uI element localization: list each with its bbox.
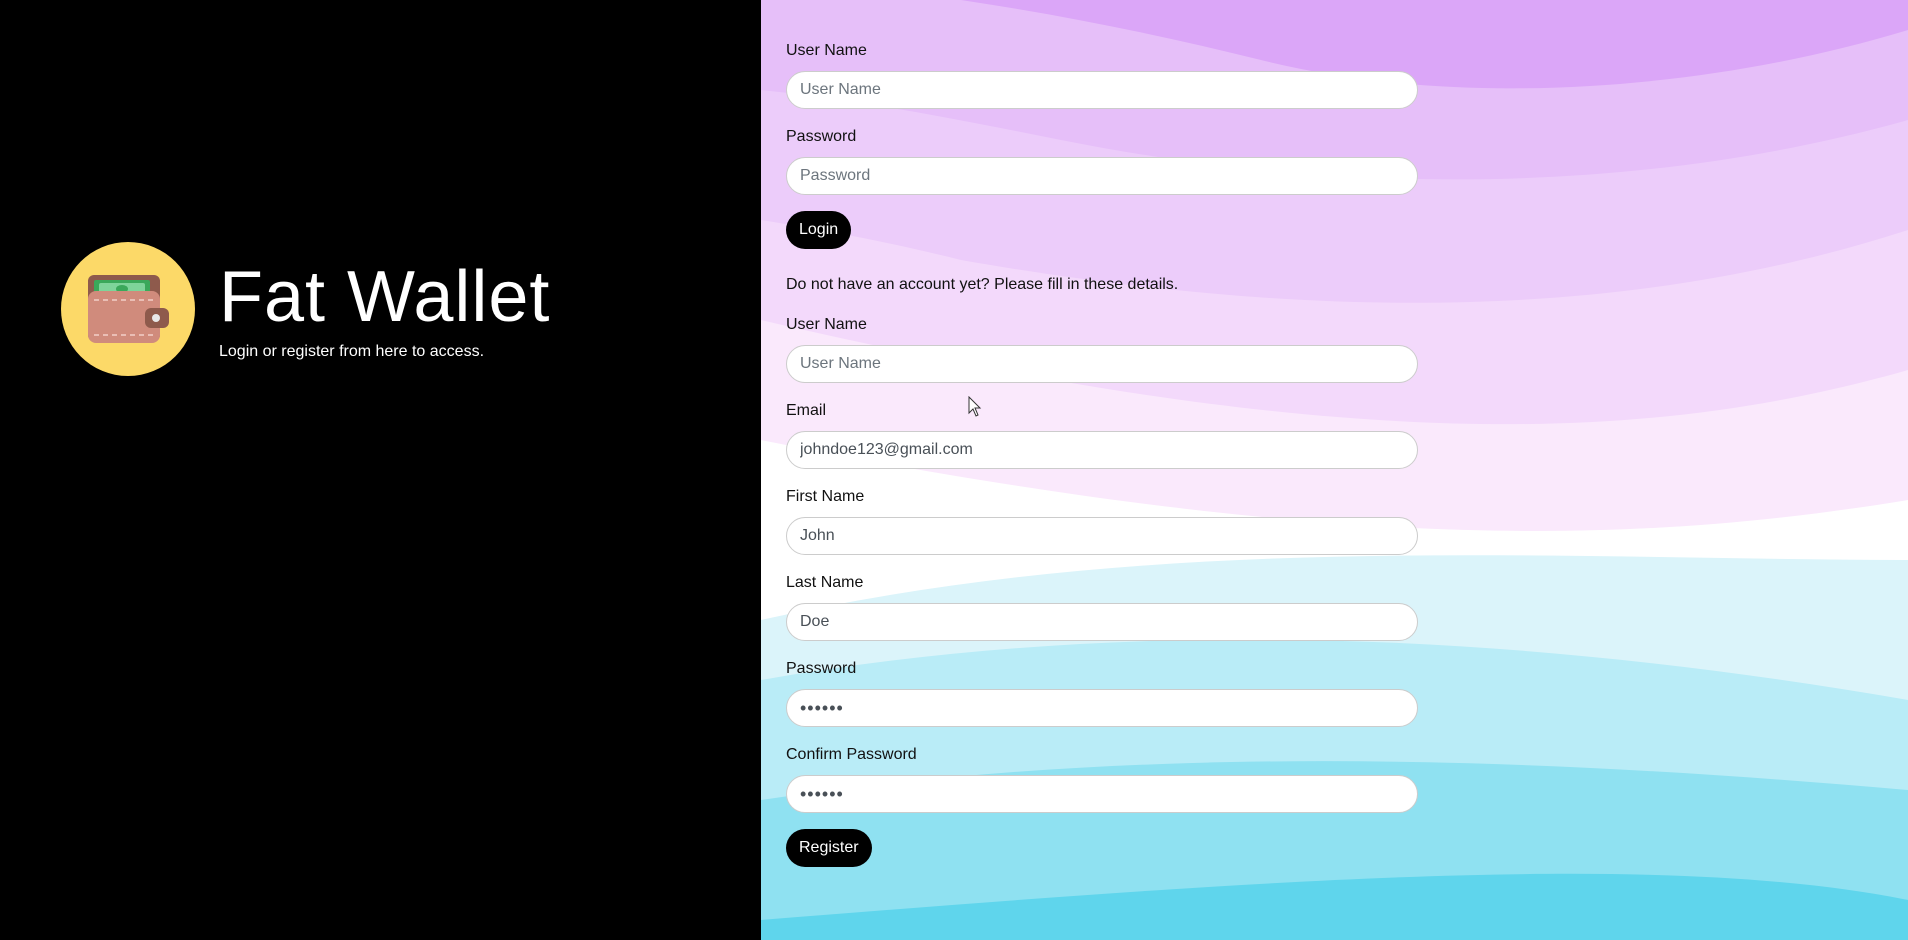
register-first-name-input[interactable] bbox=[786, 517, 1418, 555]
register-intro-text: Do not have an account yet? Please fill … bbox=[786, 276, 1179, 293]
login-password-label: Password bbox=[786, 128, 857, 145]
brand: Fat Wallet Login or register from here t… bbox=[61, 242, 550, 376]
register-confirm-password-label: Confirm Password bbox=[786, 746, 917, 763]
right-panel: User Name Password Login Do not have an … bbox=[761, 0, 1908, 940]
register-password-input[interactable] bbox=[786, 689, 1418, 727]
register-username-input[interactable] bbox=[786, 345, 1418, 383]
register-email-label: Email bbox=[786, 402, 827, 419]
register-password-label: Password bbox=[786, 660, 857, 677]
app-title: Fat Wallet bbox=[219, 257, 551, 337]
app-subtitle: Login or register from here to access. bbox=[219, 343, 485, 360]
register-last-name-label: Last Name bbox=[786, 574, 864, 591]
wallet-icon bbox=[88, 275, 169, 343]
login-button[interactable]: Login bbox=[786, 211, 852, 249]
login-username-input[interactable] bbox=[786, 71, 1418, 109]
left-panel: Fat Wallet Login or register from here t… bbox=[0, 0, 761, 940]
login-username-label: User Name bbox=[786, 42, 867, 59]
register-last-name-input[interactable] bbox=[786, 603, 1418, 641]
register-username-label: User Name bbox=[786, 316, 867, 333]
register-email-input[interactable] bbox=[786, 431, 1418, 469]
register-button[interactable]: Register bbox=[786, 829, 872, 867]
mouse-cursor-icon bbox=[968, 396, 982, 417]
logo bbox=[61, 242, 195, 376]
register-confirm-password-input[interactable] bbox=[786, 775, 1418, 813]
login-password-input[interactable] bbox=[786, 157, 1418, 195]
register-first-name-label: First Name bbox=[786, 488, 865, 505]
